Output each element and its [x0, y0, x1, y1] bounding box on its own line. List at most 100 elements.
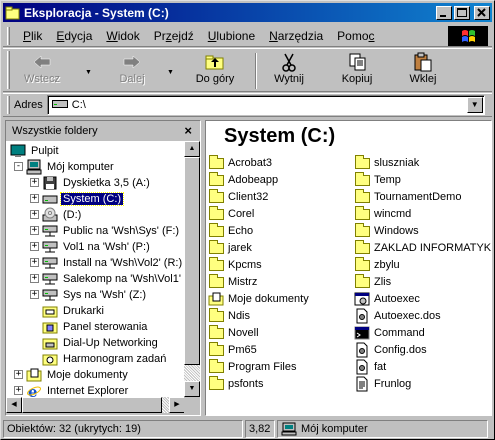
folder-icon: [208, 206, 224, 222]
expand-button[interactable]: +: [30, 242, 39, 251]
folder-item[interactable]: jarek: [208, 239, 252, 256]
tree-item-d[interactable]: (D:): [42, 207, 83, 223]
folder-item[interactable]: Temp: [354, 171, 401, 188]
expand-button[interactable]: +: [30, 274, 39, 283]
forward-button[interactable]: Dalej: [107, 51, 157, 91]
close-button[interactable]: [474, 5, 490, 20]
tree-vertical-scrollbar[interactable]: ▲ ▼: [184, 141, 200, 397]
folder-item[interactable]: Kpcms: [208, 256, 262, 273]
tree-item-vol1-na-wsh-p[interactable]: Vol1 na 'Wsh' (P:): [42, 239, 152, 255]
back-button[interactable]: Wstecz: [17, 51, 67, 91]
collapse-button[interactable]: -: [14, 162, 23, 171]
scroll-thumb[interactable]: [184, 157, 200, 365]
folder-icon: [354, 189, 370, 205]
item-name: Zlis: [374, 275, 392, 288]
tree-item-drukarki[interactable]: Drukarki: [42, 303, 106, 319]
tree-item-pulpit[interactable]: Pulpit: [10, 143, 61, 159]
menu-widok[interactable]: Widok: [99, 29, 146, 43]
file-item[interactable]: Autoexec: [354, 290, 420, 307]
folder-item[interactable]: Mistrz: [208, 273, 257, 290]
folder-item[interactable]: Zlis: [354, 273, 391, 290]
tree-item-harmonogram-zada[interactable]: Harmonogram zadań: [42, 351, 168, 367]
tree-item-install-na-wsh-vol2-r[interactable]: Install na 'Wsh\Vol2' (R:): [42, 255, 184, 271]
tree-item-salekomp-na-wsh-vol1[interactable]: Salekomp na 'Wsh\Vol1': [42, 271, 183, 287]
folder-item[interactable]: Pm65: [208, 341, 257, 358]
file-item[interactable]: Autoexec.dos: [354, 307, 441, 324]
expand-button[interactable]: +: [30, 210, 39, 219]
expand-button[interactable]: +: [30, 178, 39, 187]
expand-button[interactable]: +: [30, 194, 39, 203]
scroll-down-button[interactable]: ▼: [184, 381, 200, 397]
up-button[interactable]: Do góry: [187, 51, 243, 91]
toolbar-separator: [255, 53, 257, 89]
file-item[interactable]: Frunlog: [354, 375, 411, 392]
tree-item-internet-explorer[interactable]: e Internet Explorer: [26, 383, 130, 397]
scroll-left-button[interactable]: ◀: [6, 397, 22, 413]
menubar-grip[interactable]: [7, 26, 10, 45]
folder-item[interactable]: wincmd: [354, 205, 411, 222]
maximize-button[interactable]: [454, 5, 470, 20]
tree-item-dyskietka-3-5-a[interactable]: Dyskietka 3,5 (A:): [42, 175, 152, 191]
hscroll-thumb[interactable]: [22, 397, 162, 413]
file-item[interactable]: Config.dos: [354, 341, 427, 358]
paste-button[interactable]: Wklej: [401, 51, 445, 91]
folder-item[interactable]: Echo: [208, 222, 253, 239]
title-bar[interactable]: Eksploracja - System (C:): [3, 3, 492, 22]
expand-button[interactable]: +: [30, 290, 39, 299]
tree-horizontal-scrollbar[interactable]: ◀ ▶: [6, 397, 185, 413]
copy-button[interactable]: Kopiuj: [333, 51, 381, 91]
menu-narzedzia[interactable]: Narzędzia: [262, 29, 330, 43]
tree-item-dial-up-networking[interactable]: Dial-Up Networking: [42, 335, 160, 351]
folder-item[interactable]: Corel: [208, 205, 254, 222]
file-item[interactable]: fat: [354, 358, 386, 375]
addressbar-grip[interactable]: [7, 96, 10, 114]
expand-button[interactable]: +: [14, 386, 23, 395]
menu-plik[interactable]: Plik: [16, 29, 49, 43]
folder-item[interactable]: Client32: [208, 188, 268, 205]
tree-item-public-na-wsh-sys-f[interactable]: Public na 'Wsh\Sys' (F:): [42, 223, 181, 239]
menu-pomoc[interactable]: Pomoc: [330, 29, 381, 43]
address-dropdown-button[interactable]: ▼: [466, 97, 483, 113]
folder-item[interactable]: Moje dokumenty: [208, 290, 309, 307]
folder-item[interactable]: Ndis: [208, 307, 250, 324]
cdrom-icon: [42, 207, 58, 223]
expand-button[interactable]: +: [30, 258, 39, 267]
folder-item[interactable]: TournamentDemo: [354, 188, 461, 205]
item-name: Temp: [374, 173, 401, 186]
mydocs-file-icon: [208, 291, 224, 307]
cut-button[interactable]: Wytnij: [265, 51, 313, 91]
folder-item[interactable]: Windows: [354, 222, 419, 239]
scissors-icon: [265, 51, 313, 73]
tree-item-sys-na-wsh-z[interactable]: Sys na 'Wsh' (Z:): [42, 287, 148, 303]
scroll-right-button[interactable]: ▶: [169, 397, 185, 413]
folder-item[interactable]: Novell: [208, 324, 259, 341]
folders-pane-close-button[interactable]: ×: [184, 123, 192, 138]
menu-ulubione[interactable]: Ulubione: [201, 29, 262, 43]
expand-button[interactable]: +: [30, 226, 39, 235]
doc-file-icon: [354, 308, 370, 324]
menu-przejdz[interactable]: Przejdź: [147, 29, 201, 43]
folder-item[interactable]: zbylu: [354, 256, 400, 273]
back-dropdown-button[interactable]: ▼: [85, 51, 93, 91]
folders-pane: Wszystkie foldery × Pulpit - Mój komputer +…: [5, 120, 201, 416]
minimize-button[interactable]: [436, 5, 452, 20]
expand-button[interactable]: +: [14, 370, 23, 379]
forward-dropdown-button[interactable]: ▼: [167, 51, 175, 91]
folder-item[interactable]: psfonts: [208, 375, 263, 392]
folder-item[interactable]: sluszniak: [354, 154, 419, 171]
file-item[interactable]: Command: [354, 324, 425, 341]
item-name: TournamentDemo: [374, 190, 462, 203]
folder-item[interactable]: Program Files: [208, 358, 296, 375]
folder-item[interactable]: ZAKLAD INFORMATYKI: [354, 239, 491, 256]
tree-item-system-c[interactable]: System (C:): [42, 191, 125, 207]
address-field[interactable]: C:\ ▼: [46, 95, 485, 115]
tree-item-panel-sterowania[interactable]: Panel sterowania: [42, 319, 149, 335]
toolbar-grip[interactable]: [7, 51, 10, 89]
tree-item-moje-dokumenty[interactable]: Moje dokumenty: [26, 367, 130, 383]
folder-item[interactable]: Adobeapp: [208, 171, 278, 188]
tree-item-m-j-komputer[interactable]: Mój komputer: [26, 159, 116, 175]
folder-icon: [354, 172, 370, 188]
menu-edycja[interactable]: Edycja: [49, 29, 99, 43]
scroll-up-button[interactable]: ▲: [184, 141, 200, 157]
folder-item[interactable]: Acrobat3: [208, 154, 272, 171]
